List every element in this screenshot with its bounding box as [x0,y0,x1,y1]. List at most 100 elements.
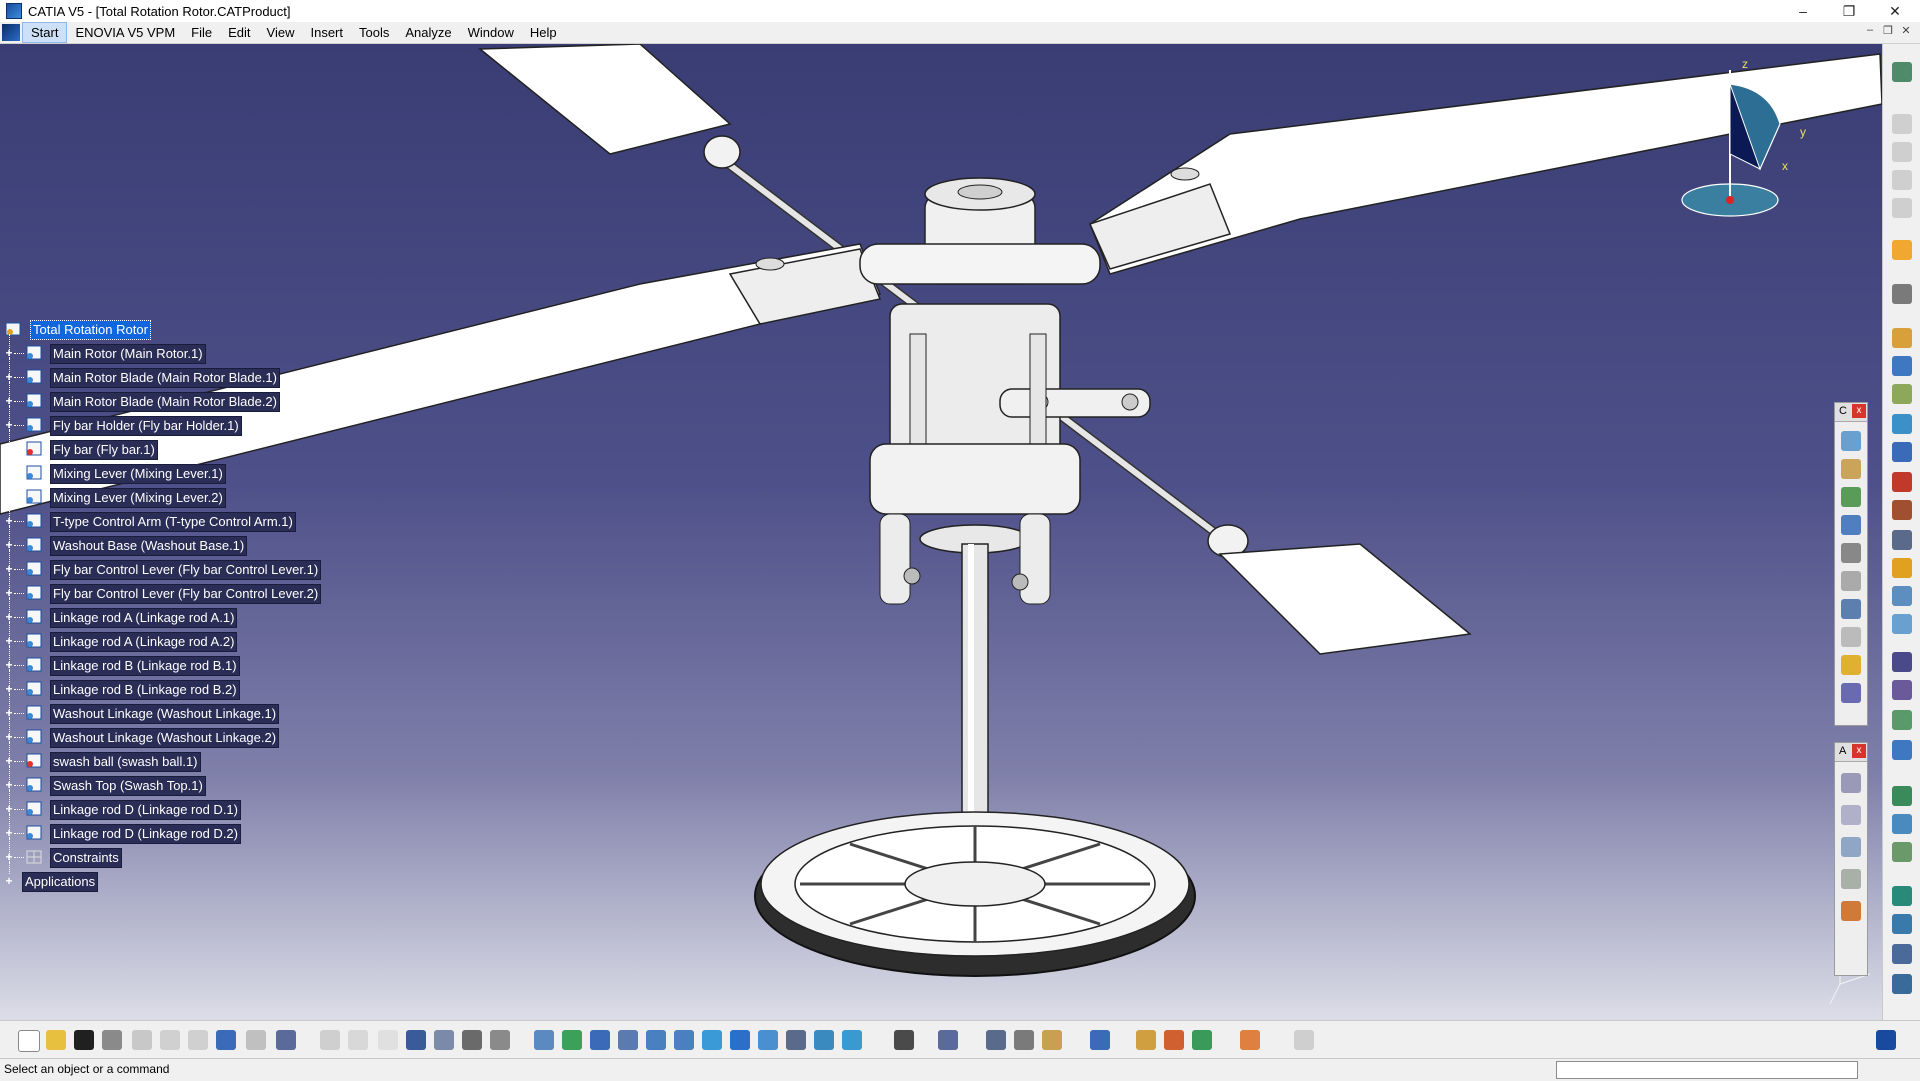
expand-plus-icon[interactable]: + [4,467,14,479]
space-analysis-icon[interactable] [1892,356,1912,376]
tree-node-label[interactable]: Mixing Lever (Mixing Lever.1) [50,464,226,484]
3d-viewport[interactable]: z y x Total Rotation Rotor + Main Rotor (… [0,44,1882,1020]
explode-icon[interactable] [986,1030,1006,1050]
annotation-icon[interactable] [1892,530,1912,550]
product-structure-icon[interactable] [1892,198,1912,218]
annotation-tool-icon[interactable] [1841,837,1861,857]
tree-node[interactable]: + Fly bar Holder (Fly bar Holder.1) [0,406,360,436]
update-icon[interactable] [1892,414,1912,434]
tree-node[interactable]: + swash ball (swash ball.1) [0,742,360,772]
constraint-tool-icon[interactable] [1841,599,1861,619]
main-rotor-blade-right[interactable] [1089,53,1882,275]
tree-node[interactable]: + Fly bar (Fly bar.1) [0,430,360,460]
distance-icon[interactable] [1164,1030,1184,1050]
open-folder-icon[interactable] [46,1030,66,1050]
tree-node[interactable]: + Fly bar Control Lever (Fly bar Control … [0,574,360,604]
space-analysis-icon[interactable] [1892,384,1912,404]
tree-node[interactable]: + Linkage rod A (Linkage rod A.2) [0,622,360,652]
menu-start[interactable]: Start [22,22,68,43]
product-structure-icon[interactable] [1892,142,1912,162]
floating-toolbar-header[interactable]: Cx [1835,403,1867,422]
constraint-tool-icon[interactable] [1841,571,1861,591]
tree-node[interactable]: + Mixing Lever (Mixing Lever.1) [0,454,360,484]
tree-node[interactable]: + Washout Linkage (Washout Linkage.1) [0,694,360,724]
catalog-browser-icon[interactable] [462,1030,482,1050]
menu-file[interactable]: File [183,23,220,42]
minimize-button[interactable]: – [1780,0,1826,22]
update-icon[interactable] [1892,442,1912,462]
sectioning-icon[interactable] [1136,1030,1156,1050]
menu-tools[interactable]: Tools [351,23,397,42]
tree-node-label[interactable]: Main Rotor (Main Rotor.1) [50,344,206,364]
expand-plus-icon[interactable]: + [4,851,14,863]
tree-node[interactable]: + Linkage rod B (Linkage rod B.1) [0,646,360,676]
tree-node-label[interactable]: Linkage rod D (Linkage rod D.2) [50,824,241,844]
tree-node-label[interactable]: Fly bar Control Lever (Fly bar Control L… [50,560,322,580]
pan-icon[interactable] [590,1030,610,1050]
tree-node-label[interactable]: Applications [22,872,99,892]
copy-icon[interactable] [160,1030,180,1050]
menu-window[interactable]: Window [460,23,522,42]
expand-plus-icon[interactable]: + [4,707,14,719]
iso-view-icon[interactable] [758,1030,778,1050]
annotation-icon[interactable] [1892,558,1912,578]
table-icon[interactable] [406,1030,426,1050]
floating-toolbar-constraints[interactable]: Cx [1834,402,1868,726]
tree-node[interactable]: + Main Rotor Blade (Main Rotor Blade.1) [0,358,360,388]
tree-node[interactable]: + Mixing Lever (Mixing Lever.2) [0,478,360,508]
constraint-tool-icon[interactable] [1841,431,1861,451]
tree-node-label[interactable]: Main Rotor Blade (Main Rotor Blade.2) [50,392,280,412]
expand-plus-icon[interactable]: + [4,563,14,575]
constraint-tool-icon[interactable] [1841,627,1861,647]
tree-node-label[interactable]: Washout Linkage (Washout Linkage.1) [50,704,280,724]
tree-node-label[interactable]: Washout Base (Washout Base.1) [50,536,248,556]
flybar-paddle-left[interactable] [477,44,732,155]
maximize-button[interactable]: ❐ [1826,0,1872,22]
annotation-tool-icon[interactable] [1841,773,1861,793]
menu-help[interactable]: Help [522,23,565,42]
catalog-icon[interactable] [1892,710,1912,730]
tree-node[interactable]: + Linkage rod D (Linkage rod D.2) [0,814,360,844]
expand-plus-icon[interactable]: + [4,491,14,503]
expand-plus-icon[interactable]: + [4,395,14,407]
cut-icon[interactable] [132,1030,152,1050]
menu-view[interactable]: View [259,23,303,42]
tree-node-label[interactable]: Constraints [50,848,122,868]
doc-restore-icon[interactable]: ❐ [1880,24,1896,37]
tree-node-label[interactable]: Mixing Lever (Mixing Lever.2) [50,488,226,508]
product-structure-icon[interactable] [1892,170,1912,190]
paste-icon[interactable] [188,1030,208,1050]
fly-mode-icon[interactable] [534,1030,554,1050]
snap-icon[interactable] [1042,1030,1062,1050]
tree-node-label[interactable]: Main Rotor Blade (Main Rotor Blade.1) [50,368,280,388]
move-icon[interactable] [1892,284,1912,304]
tree-node-label[interactable]: Linkage rod B (Linkage rod B.1) [50,656,240,676]
tree-node-label[interactable]: Fly bar (Fly bar.1) [50,440,158,460]
tool-icon[interactable] [1892,944,1912,964]
tree-node-label[interactable]: Fly bar Control Lever (Fly bar Control L… [50,584,322,604]
knowledge-icon[interactable] [378,1030,398,1050]
capture-icon[interactable] [894,1030,914,1050]
tree-node-label[interactable]: Swash Top (Swash Top.1) [50,776,206,796]
floating-toolbar-annotations[interactable]: Ax [1834,742,1868,976]
multi-view-icon[interactable] [730,1030,750,1050]
tool-icon[interactable] [1892,886,1912,906]
clash-icon[interactable] [1090,1030,1110,1050]
tree-node[interactable]: + Linkage rod A (Linkage rod A.1) [0,598,360,628]
expand-plus-icon[interactable]: + [4,539,14,551]
close-icon[interactable]: x [1852,744,1866,758]
swashplate[interactable] [869,443,1081,515]
expand-plus-icon[interactable]: + [4,347,14,359]
scenes-icon[interactable] [1892,500,1912,520]
expand-plus-icon[interactable]: + [4,611,14,623]
expand-plus-icon[interactable]: + [4,779,14,791]
swap-space-icon[interactable] [842,1030,862,1050]
tree-node[interactable]: + Fly bar Control Lever (Fly bar Control … [0,550,360,580]
product-structure-icon[interactable] [1892,114,1912,134]
menu-enovia[interactable]: ENOVIA V5 VPM [67,23,183,42]
measure-icon[interactable] [1892,814,1912,834]
tree-node[interactable]: + Washout Base (Washout Base.1) [0,526,360,556]
print-icon[interactable] [102,1030,122,1050]
constraint-tool-icon[interactable] [1841,515,1861,535]
update-all-icon[interactable] [938,1030,958,1050]
